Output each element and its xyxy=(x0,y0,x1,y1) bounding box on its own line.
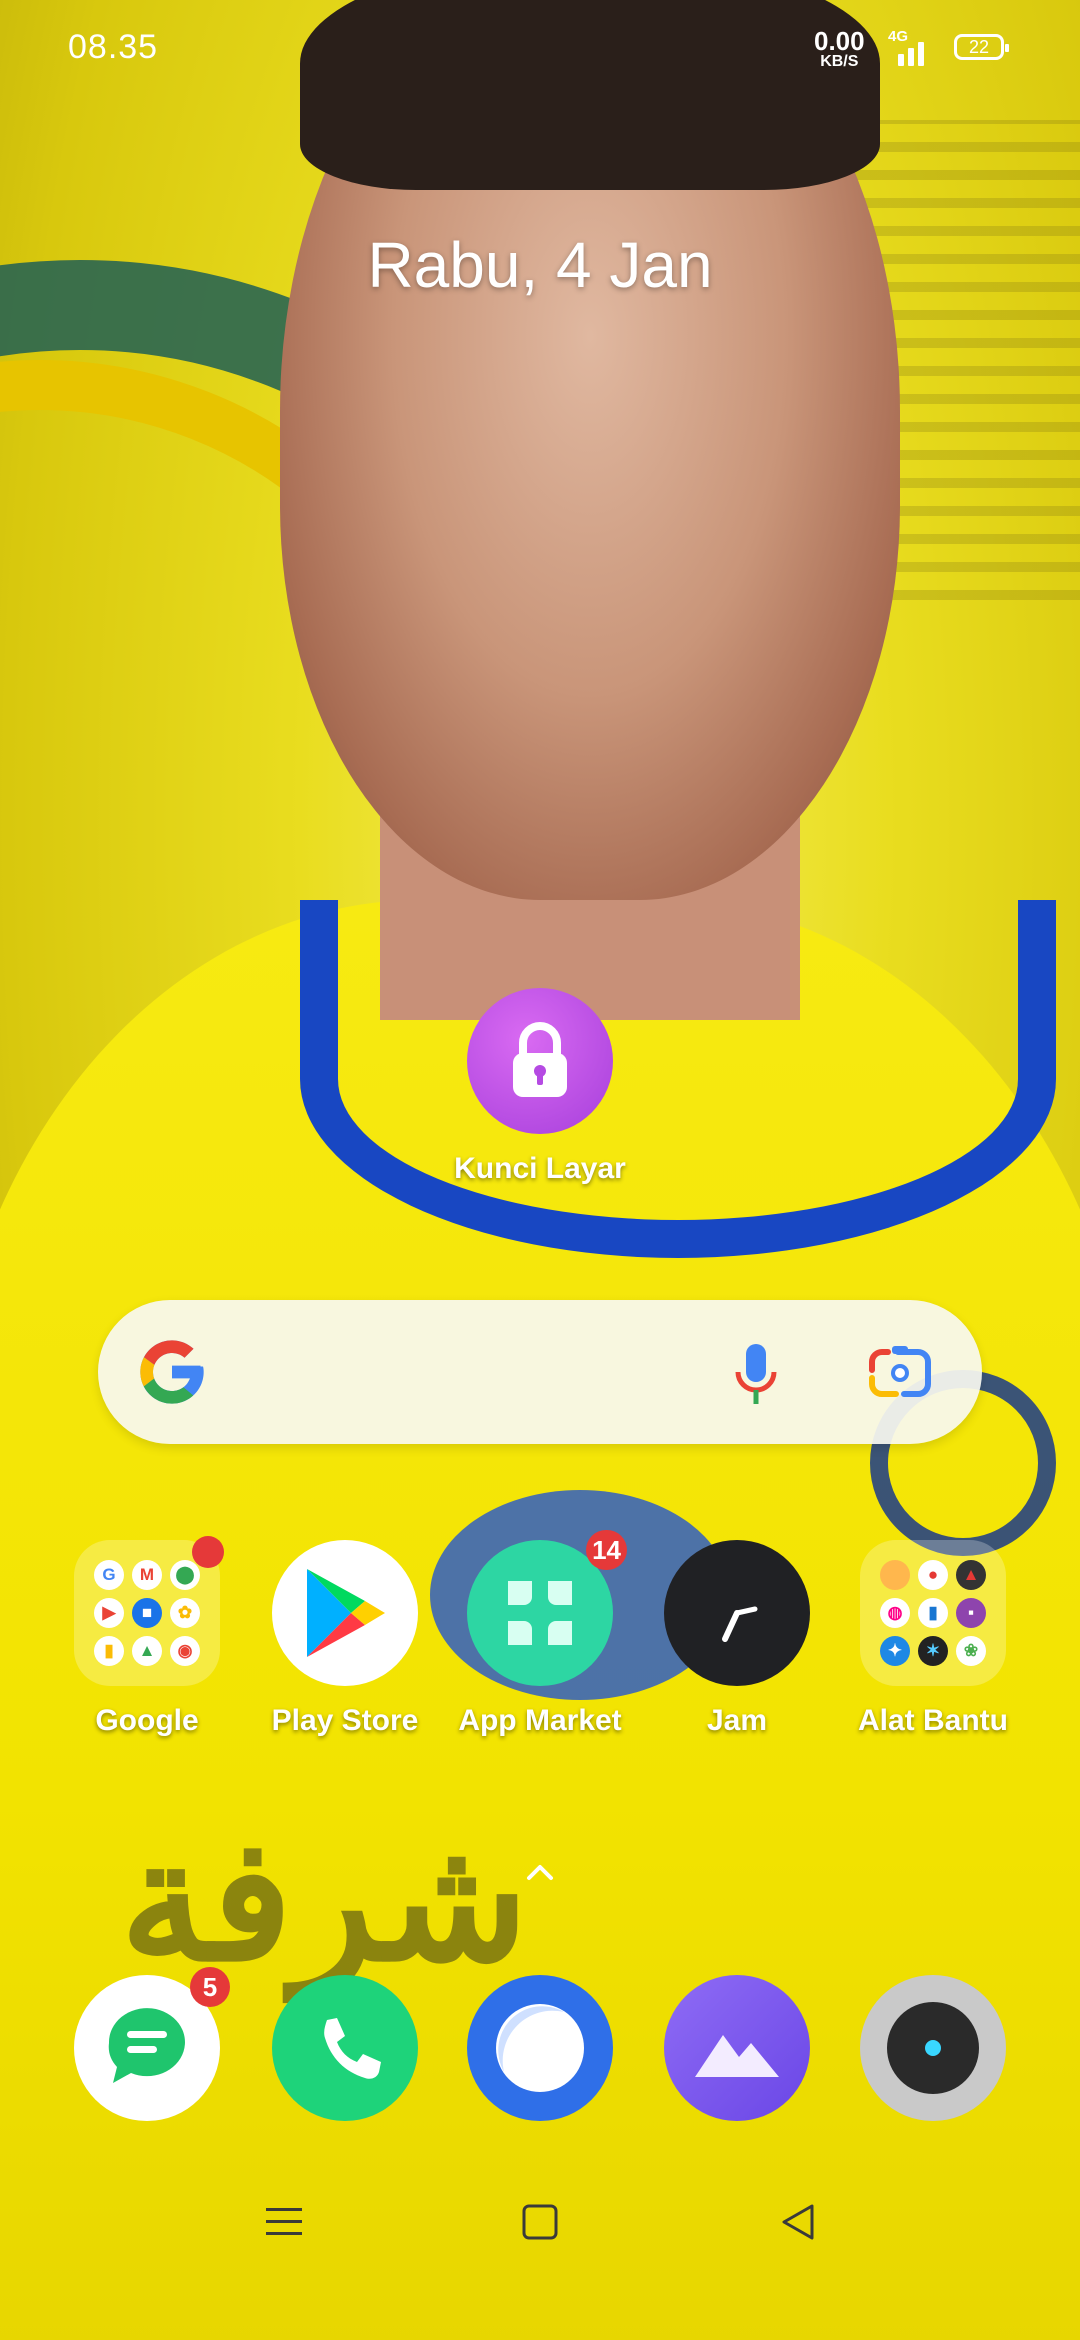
date-widget[interactable]: Rabu, 4 Jan xyxy=(0,228,1080,302)
record-icon: ● xyxy=(918,1560,948,1590)
signal-icon: 4G xyxy=(888,28,932,66)
back-icon[interactable] xyxy=(776,2200,820,2244)
notification-count-badge: 14 xyxy=(586,1530,627,1570)
network-speed: 0.00 KB/S xyxy=(814,28,865,70)
meet-icon: ■ xyxy=(132,1598,162,1628)
lock-small-icon: ▪ xyxy=(956,1598,986,1628)
phone-app[interactable] xyxy=(260,1975,430,2121)
notification-dot xyxy=(192,1536,224,1568)
network-speed-value: 0.00 xyxy=(814,26,865,56)
gmail-icon: M xyxy=(132,1560,162,1590)
gallery-icon xyxy=(664,1975,810,2121)
message-icon: 5 xyxy=(74,1967,230,2121)
app-market-icon: 14 xyxy=(467,1530,627,1686)
app-label: Jam xyxy=(706,1704,768,1737)
status-time: 08.35 xyxy=(68,28,159,66)
network-speed-unit: KB/S xyxy=(820,53,859,70)
game-icon: ◍ xyxy=(880,1598,910,1628)
lock-screen-label: Kunci Layar xyxy=(454,1152,626,1185)
lock-screen-shortcut[interactable]: Kunci Layar xyxy=(440,988,640,1186)
google-g-icon xyxy=(140,1340,204,1404)
chrome-icon: ◉ xyxy=(170,1636,200,1666)
play-store-app[interactable]: Play Store xyxy=(260,1540,430,1738)
clock-app[interactable]: Jam xyxy=(652,1540,822,1738)
maps-icon: ⬤ xyxy=(170,1560,200,1590)
clock-icon xyxy=(664,1540,810,1686)
menu-icon[interactable] xyxy=(262,2200,306,2244)
network-type: 4G xyxy=(888,28,909,45)
contacts-icon xyxy=(880,1560,910,1590)
browser-icon xyxy=(467,1975,613,2121)
photos-small-icon: ❀ xyxy=(956,1636,986,1666)
app-label: Play Store xyxy=(271,1704,419,1737)
settings-small-icon: ✦ xyxy=(880,1636,910,1666)
app-label: Google xyxy=(95,1704,199,1737)
tools-folder[interactable]: ● ▲ ◍ ▮ ▪ ✦ ✶ ❀ Alat Bantu xyxy=(848,1540,1018,1738)
battery-icon: 22 xyxy=(954,34,1009,60)
photos-icon: ✿ xyxy=(170,1598,200,1628)
star-icon: ✶ xyxy=(918,1636,948,1666)
battery-level: 22 xyxy=(968,37,990,57)
phone-icon xyxy=(272,1975,418,2121)
youtube-icon: ▶ xyxy=(94,1598,124,1628)
drive-icon: ▲ xyxy=(132,1636,162,1666)
camera-icon xyxy=(860,1975,1006,2121)
google-folder-icon: G M ⬤ ▶ ■ ✿ ▮ ▲ ◉ xyxy=(74,1536,224,1686)
play-store-icon xyxy=(272,1540,418,1686)
files-icon: ▮ xyxy=(918,1598,948,1628)
app-label: Alat Bantu xyxy=(858,1704,1008,1737)
camera-app[interactable] xyxy=(848,1975,1018,2121)
notification-count-badge: 5 xyxy=(190,1967,230,2007)
keep-icon: ▮ xyxy=(94,1636,124,1666)
compass-icon: ▲ xyxy=(956,1560,986,1590)
google-folder[interactable]: G M ⬤ ▶ ■ ✿ ▮ ▲ ◉ Google xyxy=(62,1536,232,1738)
lock-icon xyxy=(467,988,613,1134)
browser-app[interactable] xyxy=(455,1975,625,2121)
tools-folder-icon: ● ▲ ◍ ▮ ▪ ✦ ✶ ❀ xyxy=(860,1540,1006,1686)
home-icon[interactable] xyxy=(518,2200,562,2244)
mic-icon[interactable] xyxy=(728,1340,784,1408)
gallery-app[interactable] xyxy=(652,1975,822,2121)
google-app-icon: G xyxy=(94,1560,124,1590)
app-market-app[interactable]: 14 App Market xyxy=(455,1530,627,1738)
google-search-bar[interactable] xyxy=(98,1300,982,1444)
chevron-up-icon[interactable] xyxy=(525,1858,555,1888)
messages-app[interactable]: 5 xyxy=(62,1967,232,2121)
google-lens-icon[interactable] xyxy=(868,1344,932,1402)
wallpaper-hair xyxy=(300,0,880,190)
app-label: App Market xyxy=(458,1704,622,1737)
